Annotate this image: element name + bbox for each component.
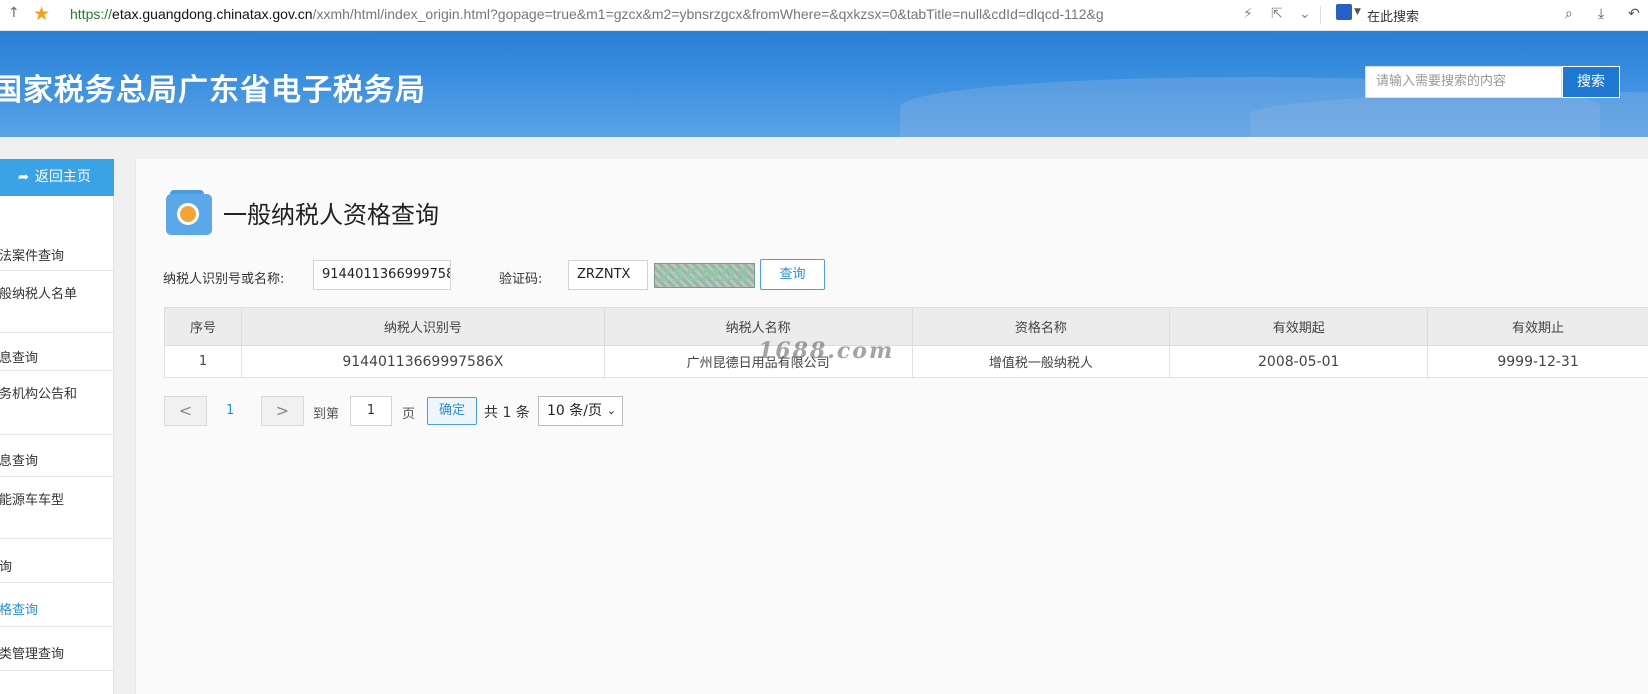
sidebar-item[interactable]: 一般纳税人名单 bbox=[0, 271, 114, 333]
cell-valid-to: 9999-12-31 bbox=[1427, 345, 1648, 378]
page-size-select[interactable]: 10 条/页 ⌄ bbox=[538, 396, 623, 426]
query-icon bbox=[166, 190, 212, 236]
page-title: 一般纳税人资格查询 bbox=[223, 201, 439, 229]
main-panel: 一般纳税人资格查询 纳税人识别号或名称: 91440113669997586X … bbox=[135, 159, 1648, 694]
page-size-value: 10 条/页 bbox=[547, 403, 602, 419]
goto-page-input[interactable]: 1 bbox=[350, 396, 392, 426]
sidebar-item[interactable]: 信息查询 bbox=[0, 333, 114, 371]
result-table: 序号 纳税人识别号 纳税人名称 资格名称 有效期起 有效期止 1 9144011… bbox=[164, 307, 1648, 378]
sidebar-item-label: 分类管理查询 bbox=[0, 647, 65, 662]
sidebar-item[interactable]: 违法案件查询 bbox=[0, 233, 114, 271]
sidebar-item[interactable]: 新能源车车型 bbox=[0, 477, 114, 539]
sidebar-item-label: 信息查询 bbox=[0, 351, 39, 366]
undo-icon[interactable]: ↶ bbox=[1628, 6, 1640, 22]
download-icon[interactable]: ⤓ bbox=[1598, 6, 1604, 22]
sidebar-item-label: 新能源车车型 bbox=[0, 493, 65, 508]
site-search-input[interactable]: 请输入需要搜索的内容 bbox=[1365, 66, 1562, 98]
captcha-label: 验证码: bbox=[499, 272, 543, 287]
lightning-icon[interactable]: ⚡ bbox=[1243, 6, 1253, 22]
url-protocol: https:// bbox=[70, 6, 113, 22]
taxpayer-id-input[interactable]: 91440113669997586X bbox=[313, 260, 451, 290]
site-title: 国家税务总局广东省电子税务局 bbox=[0, 73, 426, 108]
sidebar-item[interactable]: 信息查询 bbox=[0, 435, 114, 477]
sidebar-item-label: 资格查询 bbox=[0, 603, 39, 618]
cell-index: 1 bbox=[164, 345, 242, 378]
toolbar-divider bbox=[1320, 6, 1321, 24]
search-icon[interactable]: ⌕ bbox=[1565, 6, 1573, 22]
header-valid-from: 有效期起 bbox=[1169, 307, 1429, 346]
sidebar-item[interactable]: 查询 bbox=[0, 539, 114, 583]
header-taxpayer-name: 纳税人名称 bbox=[603, 307, 913, 346]
header-taxpayer-id: 纳税人识别号 bbox=[240, 307, 605, 346]
cell-valid-from: 2008-05-01 bbox=[1169, 345, 1429, 378]
return-arrow-icon: ➦ bbox=[18, 170, 29, 185]
query-button[interactable]: 查询 bbox=[760, 259, 825, 290]
total-count: 共 1 条 bbox=[484, 405, 530, 421]
prev-page-button[interactable]: < bbox=[164, 396, 207, 426]
header-index: 序号 bbox=[164, 307, 242, 346]
cell-taxpayer-id: 91440113669997586X bbox=[240, 345, 605, 378]
sidebar-item-label: 违法案件查询 bbox=[0, 249, 65, 264]
sidebar-item[interactable]: 税务机构公告和 bbox=[0, 371, 114, 435]
cell-qualification: 增值税一般纳税人 bbox=[911, 345, 1171, 378]
next-page-button[interactable]: > bbox=[261, 396, 304, 426]
url-path: /xxmh/html/index_origin.html?gopage=true… bbox=[312, 6, 1104, 22]
goto-label: 到第 bbox=[313, 407, 340, 422]
taxpayer-label: 纳税人识别号或名称: bbox=[163, 272, 285, 287]
url-host: etax.guangdong.chinatax.gov.cn bbox=[112, 6, 313, 22]
caret-down-icon[interactable]: ▼ bbox=[1354, 7, 1361, 17]
sidebar-item-label: 信息查询 bbox=[0, 454, 39, 469]
search-engine-icon[interactable]: 🐾 bbox=[1336, 4, 1352, 20]
browser-toolbar: ↑ ★ https://etax.guangdong.chinatax.gov.… bbox=[0, 0, 1648, 31]
browser-search-label[interactable]: 在此搜索 bbox=[1367, 6, 1419, 25]
query-icon-lens bbox=[177, 203, 199, 225]
bookmark-star-icon[interactable]: ★ bbox=[33, 3, 50, 25]
share-icon[interactable]: ⇱ bbox=[1271, 6, 1283, 22]
current-page[interactable]: 1 bbox=[226, 403, 234, 418]
page-unit-label: 页 bbox=[402, 407, 416, 422]
table-header-row: 序号 纳税人识别号 纳税人名称 资格名称 有效期起 有效期止 bbox=[164, 307, 1648, 346]
captcha-image[interactable]: 25GMDS bbox=[654, 263, 755, 288]
sidebar-item-active[interactable]: 资格查询 bbox=[0, 583, 114, 627]
cell-taxpayer-name: 广州昆德日用品有限公司 bbox=[603, 345, 913, 378]
sidebar: ➦ 返回主页 违法案件查询 一般纳税人名单 信息查询 税务机构公告和 信息查询 新… bbox=[0, 159, 114, 694]
sidebar-item-label: 查询 bbox=[0, 560, 13, 575]
captcha-input[interactable]: ZRZNTX bbox=[568, 260, 648, 290]
back-home-button[interactable]: ➦ 返回主页 bbox=[0, 159, 114, 196]
table-row[interactable]: 1 91440113669997586X 广州昆德日用品有限公司 增值税一般纳税… bbox=[164, 345, 1648, 378]
header-valid-to: 有效期止 bbox=[1427, 307, 1648, 346]
confirm-page-button[interactable]: 确定 bbox=[427, 397, 477, 425]
up-arrow-icon[interactable]: ↑ bbox=[8, 5, 20, 21]
back-home-label: 返回主页 bbox=[34, 169, 91, 185]
chevron-down-icon[interactable]: ⌄ bbox=[1299, 6, 1311, 22]
chevron-down-icon: ⌄ bbox=[606, 404, 616, 417]
header-qualification: 资格名称 bbox=[911, 307, 1171, 346]
site-search-button[interactable]: 搜索 bbox=[1562, 66, 1620, 98]
address-bar[interactable]: https://etax.guangdong.chinatax.gov.cn/x… bbox=[70, 6, 1225, 22]
sidebar-item[interactable]: 分类管理查询 bbox=[0, 627, 114, 671]
sidebar-item-label: 一般纳税人名单 bbox=[0, 287, 78, 302]
site-banner: 国家税务总局广东省电子税务局 请输入需要搜索的内容 搜索 bbox=[0, 31, 1648, 137]
sidebar-item-label: 税务机构公告和 bbox=[0, 387, 78, 402]
